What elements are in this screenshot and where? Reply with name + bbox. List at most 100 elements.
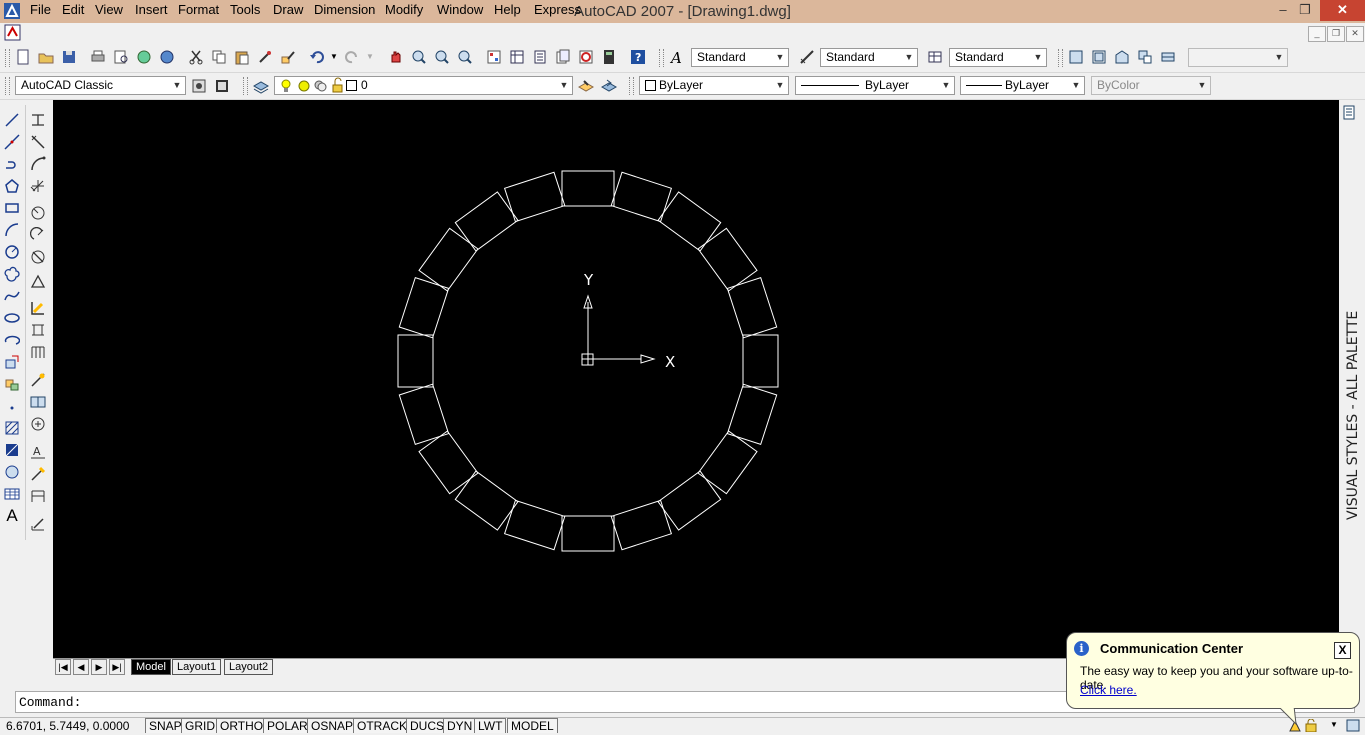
toolbar-grip[interactable] [5,49,10,67]
viewports-icon[interactable] [1090,48,1108,66]
save-icon[interactable] [60,48,78,66]
my-workspace-icon[interactable] [213,77,231,95]
pan-realtime-icon[interactable] [387,48,405,66]
chamfer-icon[interactable] [28,414,48,434]
layer-previous-icon[interactable] [600,77,618,95]
circle-icon[interactable] [2,242,22,262]
model-toggle[interactable]: MODEL [507,718,558,733]
last-tab-button[interactable]: ▶| [109,659,125,675]
workspace-select[interactable]: AutoCAD Classic ▼ [15,76,186,95]
ducs-toggle[interactable]: DUCS [406,718,449,733]
help-icon[interactable]: ? [629,48,647,66]
ring-block[interactable] [397,334,434,388]
dimension-style-icon[interactable] [798,48,816,66]
redo-dropdown-icon[interactable]: ▼ [366,52,374,61]
document-icon[interactable] [4,24,21,41]
grid-toggle[interactable]: GRID [181,718,219,733]
stretch-icon[interactable] [28,298,48,318]
toolbar-grip[interactable] [1058,49,1063,67]
clean-screen-icon[interactable] [1346,719,1360,735]
offset-icon[interactable] [28,176,48,196]
move-icon[interactable] [28,225,48,245]
sheet-set-manager-icon[interactable] [554,48,572,66]
dimension-style-select[interactable]: Standard ▼ [820,48,918,67]
menu-edit[interactable]: Edit [62,2,84,17]
tab-layout1[interactable]: Layout1 [172,659,222,675]
text-style-icon[interactable]: A [668,48,686,66]
zoom-realtime-icon[interactable] [410,48,428,66]
multiline-text-icon[interactable]: A [2,506,22,526]
join-icon[interactable] [28,392,48,412]
menu-modify[interactable]: Modify [385,2,423,17]
toolbar-lock-icon[interactable] [1304,718,1318,735]
dimension-text-edit-icon[interactable] [28,514,48,534]
toolbar-grip[interactable] [629,77,634,95]
line-icon[interactable] [2,110,22,130]
region-icon[interactable] [2,462,22,482]
construction-line-icon[interactable] [2,132,22,152]
design-center-icon[interactable] [508,48,526,66]
viewport-scale-select[interactable]: ▼ [1188,48,1288,67]
layer-properties-manager-icon[interactable] [252,77,270,95]
insert-block-icon[interactable] [2,352,22,372]
quickcalc-icon[interactable] [600,48,618,66]
array-icon[interactable] [28,203,48,223]
visual-styles-palette-tab[interactable]: VISUAL STYLES - ALL PALETTES [1340,310,1364,530]
cut-icon[interactable] [187,48,205,66]
text-style-select[interactable]: Standard ▼ [691,48,789,67]
trim-icon[interactable] [28,320,48,340]
toolbar-grip[interactable] [5,77,10,95]
dyn-toggle[interactable]: DYN [443,718,477,733]
table-icon[interactable] [2,484,22,504]
plot-icon[interactable] [89,48,107,66]
menu-help[interactable]: Help [494,2,521,17]
zoom-window-icon[interactable] [433,48,451,66]
clip-viewport-icon[interactable] [1159,48,1177,66]
drawing-canvas[interactable]: Y X [53,100,1339,658]
toolbar-grip[interactable] [243,77,248,95]
break-icon[interactable] [28,370,48,390]
explode-icon[interactable] [28,464,48,484]
open-icon[interactable] [37,48,55,66]
menu-file[interactable]: File [30,2,51,17]
menu-format[interactable]: Format [178,2,219,17]
tab-model[interactable]: Model [131,659,171,675]
zoom-previous-icon[interactable] [456,48,474,66]
lineweight-select[interactable]: ByLayer ▼ [960,76,1085,95]
ring-block[interactable] [742,334,779,388]
rectangle-icon[interactable] [2,198,22,218]
erase-icon[interactable] [28,110,48,130]
polygonal-viewport-icon[interactable] [1113,48,1131,66]
mirror-icon[interactable] [28,154,48,174]
fillet-icon[interactable]: A [28,442,48,462]
match-properties-icon[interactable] [256,48,274,66]
spline-icon[interactable] [2,286,22,306]
extend-icon[interactable] [28,342,48,362]
color-select[interactable]: ByLayer ▼ [639,76,789,95]
arc-icon[interactable] [2,220,22,240]
paste-icon[interactable] [233,48,251,66]
menu-tools[interactable]: Tools [230,2,260,17]
copy-icon[interactable] [210,48,228,66]
markup-set-manager-icon[interactable] [577,48,595,66]
ortho-toggle[interactable]: ORTHO [216,718,268,733]
close-button[interactable]: ✕ [1320,0,1365,21]
block-editor-icon[interactable] [279,48,297,66]
plot-preview-icon[interactable] [112,48,130,66]
tool-palettes-icon[interactable] [531,48,549,66]
redo-icon[interactable] [343,48,361,66]
layer-select[interactable]: 0 ▼ [274,76,573,95]
3d-dwf-icon[interactable] [158,48,176,66]
revision-cloud-icon[interactable] [2,264,22,284]
first-tab-button[interactable]: |◀ [55,659,71,675]
point-icon[interactable] [2,396,22,416]
previous-tab-button[interactable]: ◀ [73,659,89,675]
dimension-edit-icon[interactable] [28,486,48,506]
rotate-icon[interactable] [28,247,48,267]
polygon-icon[interactable] [2,176,22,196]
balloon-link[interactable]: Click here. [1080,683,1137,697]
coordinate-display[interactable]: 6.6701, 5.7449, 0.0000 [6,719,129,733]
table-style-icon[interactable] [926,48,944,66]
make-object-layer-current-icon[interactable] [577,77,595,95]
hatch-icon[interactable] [2,418,22,438]
